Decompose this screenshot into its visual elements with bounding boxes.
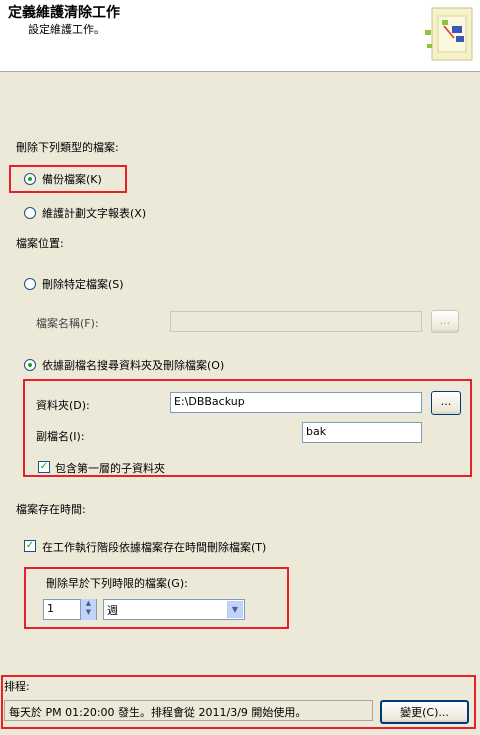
age-amount-spin-buttons[interactable]: ▲ ▼ xyxy=(80,599,96,620)
backup-files-label[interactable]: 備份檔案(K) xyxy=(42,171,102,187)
file-location-group-label: 檔案位置: xyxy=(16,237,64,250)
browse-file-button[interactable]: ... xyxy=(431,310,459,333)
wizard-header: 定義維護清除工作 設定維護工作。 xyxy=(0,0,480,72)
file-name-input[interactable] xyxy=(170,311,422,332)
file-name-label: 檔案名稱(F): xyxy=(36,317,99,330)
page-subtitle: 設定維護工作。 xyxy=(28,23,105,36)
page-title: 定義維護清除工作 xyxy=(8,5,120,21)
older-than-label: 刪除早於下列時限的檔案(G): xyxy=(46,577,188,590)
age-amount-value: 1 xyxy=(47,602,54,615)
include-subfolders-checkbox[interactable]: ✓ xyxy=(38,461,50,473)
age-unit-value: 週 xyxy=(107,604,118,617)
search-folder-label[interactable]: 依據副檔名搜尋資料夾及刪除檔案(O) xyxy=(42,357,224,373)
folder-label: 資料夾(D): xyxy=(36,399,90,412)
spin-down-icon[interactable]: ▼ xyxy=(81,608,96,617)
maintenance-wizard-icon xyxy=(425,7,473,61)
schedule-label: 排程: xyxy=(4,680,30,693)
maintenance-report-radio[interactable] xyxy=(24,207,36,219)
extension-label: 副檔名(I): xyxy=(36,430,85,443)
include-subfolders-label[interactable]: 包含第一層的子資料夾 xyxy=(55,460,165,476)
delete-by-age-checkbox[interactable]: ✓ xyxy=(24,540,36,552)
file-type-group-label: 刪除下列類型的檔案: xyxy=(16,141,119,154)
spin-up-icon[interactable]: ▲ xyxy=(81,599,96,608)
delete-specific-file-label[interactable]: 刪除特定檔案(S) xyxy=(42,276,124,292)
delete-by-age-label[interactable]: 在工作執行階段依據檔案存在時間刪除檔案(T) xyxy=(42,539,266,555)
backup-files-radio[interactable] xyxy=(24,173,36,185)
chevron-down-icon[interactable]: ▼ xyxy=(227,601,243,618)
file-age-group-label: 檔案存在時間: xyxy=(16,503,86,516)
delete-specific-file-radio[interactable] xyxy=(24,278,36,290)
age-unit-select[interactable]: 週 xyxy=(103,599,245,620)
folder-input[interactable]: E:\DBBackup xyxy=(170,392,422,413)
search-folder-radio[interactable] xyxy=(24,359,36,371)
browse-folder-button[interactable]: ... xyxy=(431,391,461,415)
change-schedule-button[interactable]: 變更(C)... xyxy=(380,700,469,724)
extension-input[interactable]: bak xyxy=(302,422,422,443)
maintenance-report-label[interactable]: 維護計劃文字報表(X) xyxy=(42,205,146,221)
schedule-description: 每天於 PM 01:20:00 發生。排程會從 2011/3/9 開始使用。 xyxy=(4,700,373,721)
